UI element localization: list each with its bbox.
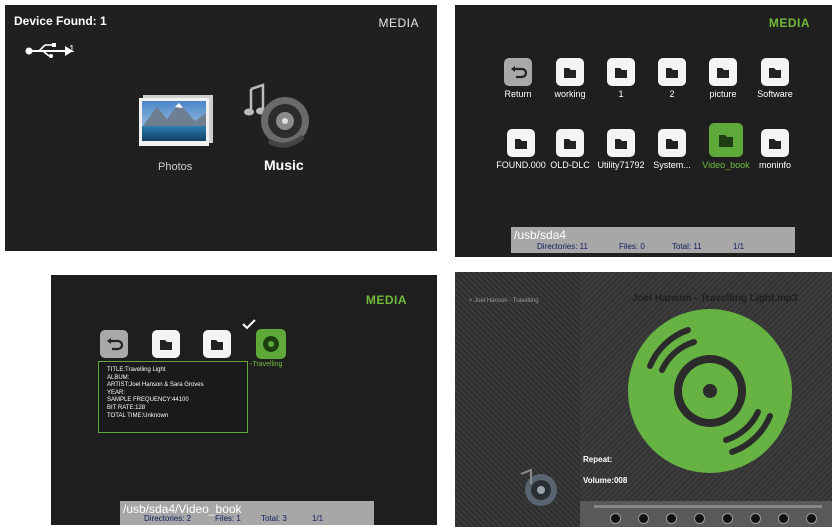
play-button[interactable] [666, 513, 677, 524]
folder-label: moninfo [758, 160, 792, 170]
vinyl-disc-icon [622, 308, 798, 479]
folder-icon[interactable] [607, 58, 635, 86]
folder-icon[interactable] [658, 129, 686, 157]
stop-button[interactable] [778, 513, 789, 524]
photos-icon[interactable] [139, 93, 213, 147]
files-count: Files: 1 [215, 514, 241, 523]
info-artist: ARTIST:Joel Hanson & Sara Groves [107, 382, 204, 389]
page-indicator: 1/1 [312, 514, 324, 523]
pause-button[interactable] [694, 513, 705, 524]
info-total-time: TOTAL TIME:Unknown [107, 412, 169, 419]
folder-browser-screen: MEDIA Return working 1 2 picture Softwar… [455, 5, 832, 257]
repeat-status: Repeat: [583, 455, 613, 464]
media-home-screen: Device Found: 1 MEDIA 1 Photos Music [5, 5, 437, 251]
info-bit-rate: BIT RATE:128 [107, 404, 146, 411]
usb-icon: 1 [25, 43, 77, 64]
forward-button[interactable] [722, 513, 733, 524]
directories-count: Directories: 2 [144, 514, 192, 523]
info-title: TITLE:Travelling Light [107, 367, 166, 373]
repeat-button[interactable] [806, 513, 817, 524]
folder-icon[interactable] [203, 330, 231, 358]
folder-icon[interactable] [152, 330, 180, 358]
song-title: Joel Hanson - Travelling Light.mp3 [632, 293, 798, 304]
speaker-icon [517, 468, 559, 513]
playlist-pane: < Joel Hanson - Travelling [455, 272, 580, 527]
files-count: Files: 0 [619, 242, 645, 251]
playlist-breadcrumb[interactable]: < Joel Hanson - Travelling [469, 298, 539, 304]
prev-button[interactable] [610, 513, 621, 524]
folder-icon[interactable] [761, 129, 789, 157]
selected-file-label: -Travelling [250, 361, 283, 368]
folder-icon[interactable] [709, 58, 737, 86]
info-year: YEAR: [107, 389, 126, 396]
folder-icon-selected[interactable] [709, 123, 743, 157]
folder-icon[interactable] [556, 58, 584, 86]
player-control-bar [580, 501, 832, 527]
folder-icon[interactable] [761, 58, 789, 86]
total-count: Total: 3 [261, 514, 287, 523]
info-sample-frequency: SAMPLE FREQUENCY:44100 [107, 397, 189, 404]
status-bar: /usb/sda4/Video_book Directories: 2 File… [120, 501, 374, 525]
directories-count: Directories: 11 [537, 242, 588, 251]
file-info-box: TITLE:Travelling Light ALBUM: ARTIST:Joe… [98, 361, 248, 433]
folder-icon[interactable] [507, 129, 535, 157]
volume-status: Volume:008 [583, 476, 628, 485]
next-button[interactable] [750, 513, 761, 524]
music-file-icon-selected[interactable] [256, 329, 286, 359]
status-bar: /usb/sda4 Directories: 11 Files: 0 Total… [511, 227, 795, 253]
checkmark-icon [241, 317, 257, 335]
return-button[interactable] [504, 58, 532, 86]
current-path: /usb/sda4 [514, 228, 567, 242]
media-header: MEDIA [365, 293, 407, 307]
info-album: ALBUM: [107, 374, 130, 381]
total-count: Total: 11 [672, 242, 702, 251]
music-icon[interactable] [239, 81, 311, 149]
folder-label: Software [757, 89, 793, 99]
media-header: MEDIA [768, 16, 810, 30]
folder-icon[interactable] [607, 129, 635, 157]
folder-icon[interactable] [556, 129, 584, 157]
photos-label: Photos [158, 161, 193, 173]
usb-count: 1 [69, 44, 75, 55]
media-header: MEDIA [378, 16, 419, 30]
rewind-button[interactable] [638, 513, 649, 524]
music-player-screen: < Joel Hanson - Travelling Joel Hanson -… [455, 272, 832, 527]
page-indicator: 1/1 [733, 242, 745, 251]
music-label[interactable]: Music [264, 157, 304, 173]
device-found-title: Device Found: 1 [14, 14, 107, 28]
return-button[interactable] [100, 330, 128, 358]
progress-bar[interactable] [594, 505, 822, 508]
file-info-screen: MEDIA -Travelling TITLE:Travelling Light… [51, 275, 437, 525]
folder-icon[interactable] [658, 58, 686, 86]
